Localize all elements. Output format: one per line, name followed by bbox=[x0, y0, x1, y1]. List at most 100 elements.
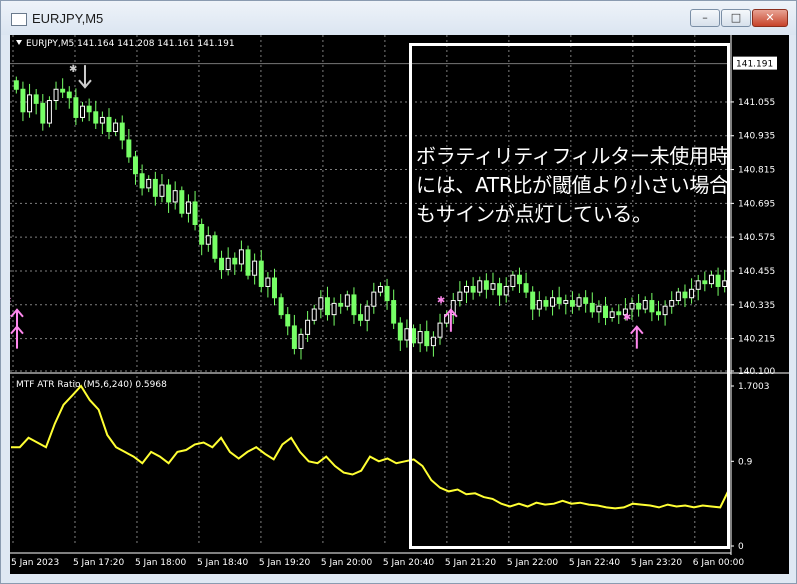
sell-signal-star: ✱ bbox=[69, 64, 77, 75]
candle-body bbox=[708, 274, 714, 285]
candle-body bbox=[722, 280, 728, 287]
candle-body bbox=[324, 297, 330, 316]
candle-body bbox=[219, 257, 225, 271]
price-axis-label: 140.100 bbox=[738, 367, 775, 377]
main-chart-title: EURJPY,M5 141.164 141.208 141.161 141.19… bbox=[26, 39, 235, 49]
candle-body bbox=[516, 274, 522, 285]
title-bar[interactable]: EURJPY,M5 – □ ✕ bbox=[1, 1, 796, 35]
candle-body bbox=[298, 333, 304, 349]
candle-body bbox=[245, 249, 251, 276]
candle-body bbox=[192, 201, 198, 225]
candle-body bbox=[371, 291, 377, 307]
indicator-axis-label: 0 bbox=[738, 542, 744, 552]
indicator-axis-label: 0.9 bbox=[738, 457, 753, 467]
candle-body bbox=[391, 300, 397, 324]
candle-body bbox=[344, 294, 350, 307]
chart-window-icon bbox=[11, 13, 27, 26]
candle-body bbox=[656, 311, 661, 316]
time-axis-label: 5 Jan 20:00 bbox=[321, 558, 373, 568]
candle-body bbox=[93, 111, 99, 124]
time-axis-label: 5 Jan 17:20 bbox=[73, 558, 125, 568]
candle-body bbox=[159, 184, 165, 197]
candle-body bbox=[616, 311, 622, 316]
close-button[interactable]: ✕ bbox=[752, 9, 788, 27]
candle-body bbox=[603, 305, 609, 318]
candle-body bbox=[60, 88, 66, 93]
candle-body bbox=[377, 285, 383, 293]
candle-body bbox=[285, 314, 291, 327]
candle-body bbox=[40, 102, 46, 124]
annotation-text: ボラティリティフィルター未使用時には、ATR比が閾値より小さい場合もサインが点灯… bbox=[416, 144, 729, 226]
candle-body bbox=[490, 283, 496, 290]
time-axis-label: 5 Jan 20:40 bbox=[383, 558, 435, 568]
candle-body bbox=[139, 173, 145, 189]
candle-body bbox=[238, 249, 244, 265]
candle-body bbox=[523, 283, 529, 293]
price-axis-label: 140.815 bbox=[738, 166, 775, 176]
candle-body bbox=[702, 280, 708, 285]
candle-body bbox=[146, 178, 152, 189]
candle-body bbox=[569, 300, 575, 307]
candle-body bbox=[550, 297, 556, 307]
candle-body bbox=[669, 300, 675, 307]
candle-body bbox=[132, 156, 138, 175]
buy-signal-star: ✱ bbox=[623, 313, 631, 324]
candle-body bbox=[20, 88, 26, 113]
candle-body bbox=[166, 184, 172, 203]
atr-ratio-line bbox=[11, 384, 730, 510]
candle-body bbox=[205, 235, 211, 245]
candle-body bbox=[27, 94, 33, 113]
candle-body bbox=[252, 260, 258, 276]
chart-area[interactable]: 141.055 140.935 140.815 140.695 140.575 140.4… bbox=[3, 35, 789, 574]
candle-body bbox=[636, 302, 642, 310]
candle-body bbox=[106, 116, 112, 133]
candle-body bbox=[73, 97, 79, 118]
maximize-button[interactable]: □ bbox=[721, 9, 751, 27]
price-axis-label: 140.575 bbox=[738, 233, 775, 243]
candle-body bbox=[609, 311, 615, 318]
candle-body bbox=[53, 88, 59, 102]
time-axis-label: 6 Jan 00:00 bbox=[693, 558, 745, 568]
candle-body bbox=[437, 322, 443, 338]
candle-body bbox=[457, 291, 463, 302]
candle-body bbox=[119, 122, 125, 141]
candle-body bbox=[543, 300, 549, 307]
candle-body bbox=[477, 280, 483, 293]
candle-body bbox=[212, 235, 218, 259]
candle-body bbox=[113, 122, 119, 133]
candle-body bbox=[172, 190, 178, 203]
candle-body bbox=[179, 190, 185, 214]
candle-body bbox=[126, 139, 132, 158]
price-axis-label: 140.455 bbox=[738, 267, 775, 277]
candle-body bbox=[430, 336, 436, 347]
candle-body bbox=[305, 319, 311, 335]
buy-signal-star: ✱ bbox=[10, 313, 11, 324]
time-axis-label: 5 Jan 19:20 bbox=[259, 558, 311, 568]
candle-body bbox=[464, 285, 469, 293]
candle-body bbox=[232, 257, 238, 265]
sell-arrow-icon bbox=[78, 65, 92, 89]
candle-body bbox=[497, 283, 503, 296]
candle-body bbox=[33, 94, 39, 104]
candle-body bbox=[411, 328, 417, 344]
candle-body bbox=[331, 302, 337, 316]
candle-body bbox=[272, 277, 277, 299]
candle-body bbox=[417, 331, 423, 344]
candle-body bbox=[397, 322, 403, 341]
minimize-button[interactable]: – bbox=[690, 9, 720, 27]
window-title: EURJPY,M5 bbox=[32, 11, 104, 26]
price-axis-label: 140.695 bbox=[738, 199, 775, 209]
time-axis-label: 5 Jan 2023 bbox=[11, 558, 59, 568]
candle-body bbox=[384, 285, 390, 302]
candle-body bbox=[99, 116, 105, 124]
candle-body bbox=[470, 285, 476, 293]
candle-body bbox=[596, 305, 602, 313]
time-axis-label: 5 Jan 22:40 bbox=[569, 558, 621, 568]
time-axis-label: 5 Jan 18:00 bbox=[135, 558, 187, 568]
chart-canvas[interactable]: 141.055 140.935 140.815 140.695 140.575 140.4… bbox=[3, 35, 789, 574]
candle-body bbox=[503, 285, 509, 296]
candle-body bbox=[152, 178, 158, 197]
candle-body bbox=[576, 297, 582, 307]
candle-body bbox=[662, 305, 668, 316]
candle-body bbox=[649, 300, 655, 313]
